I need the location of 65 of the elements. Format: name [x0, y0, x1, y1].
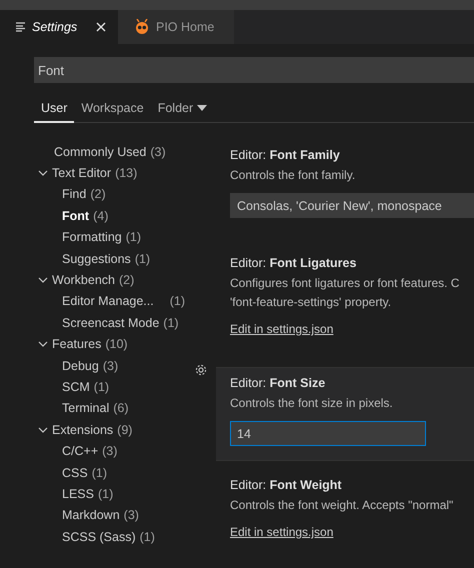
setting-title: Editor: Font Weight: [230, 478, 343, 492]
chevron-down-icon[interactable]: [38, 275, 48, 286]
edit-link[interactable]: Edit in settings.json: [230, 525, 334, 539]
item-count: (1): [94, 380, 110, 394]
tree-item[interactable]: Extensions: [52, 422, 114, 437]
tree-item[interactable]: Editor Manage...: [62, 294, 154, 308]
tree-item[interactable]: Workbench: [52, 273, 115, 288]
tree-item[interactable]: CSS: [62, 466, 88, 480]
tree-item[interactable]: Terminal: [62, 401, 110, 416]
tree-item[interactable]: Find: [62, 187, 86, 202]
tree-item[interactable]: Font: [62, 208, 90, 223]
item-count: (3): [102, 358, 118, 373]
search-field[interactable]: Font: [34, 57, 474, 83]
item-count: (1): [134, 252, 150, 266]
scope-tab[interactable]: User: [34, 95, 74, 123]
tree-item[interactable]: Markdown: [62, 508, 120, 522]
editor-tab[interactable]: Settings: [0, 10, 118, 44]
tree-item[interactable]: Text Editor: [52, 166, 112, 180]
item-count: (3): [102, 444, 118, 458]
setting-title: Editor: Font Family: [230, 148, 341, 162]
item-count: (2): [90, 187, 106, 202]
setting-input[interactable]: Consolas, 'Courier New', monospace: [230, 193, 474, 218]
setting-description: Controls the font weight. Accepts "normal": [230, 497, 454, 514]
caret-icon: [197, 105, 208, 111]
setting-title: Editor: Font Ligatures: [230, 256, 358, 270]
item-count: (13): [115, 166, 138, 180]
setting-description: Controls the font family.: [230, 167, 356, 184]
item-count: (6): [113, 401, 129, 416]
ant-head-icon: [134, 19, 150, 35]
tree-item[interactable]: Features: [52, 337, 102, 352]
chevron-down-icon[interactable]: [38, 168, 48, 178]
item-count: (1): [126, 230, 142, 244]
item-count: (1): [98, 486, 114, 501]
lines-icon: [16, 22, 26, 32]
item-count: (10): [105, 337, 128, 352]
chevron-down-icon[interactable]: [38, 339, 48, 350]
scope-tab[interactable]: Workspace: [74, 95, 151, 123]
tree-item[interactable]: C/C++: [62, 444, 98, 458]
item-count: (2): [119, 273, 134, 288]
item-count: (1): [170, 294, 185, 308]
setting-input[interactable]: 14: [230, 421, 426, 446]
setting-title: Editor: Font Size: [230, 376, 326, 390]
tree-item[interactable]: SCSS (Sass): [62, 530, 136, 544]
close-icon: [96, 22, 106, 32]
chevron-down-icon[interactable]: [38, 424, 48, 435]
tree-item[interactable]: Commonly Used: [54, 144, 146, 159]
item-count: (1): [163, 316, 179, 330]
settings-icon[interactable]: [194, 363, 208, 377]
setting-description: Configures font ligatures or font features. C 'font-feature-settings' property.: [230, 275, 460, 311]
item-count: (1): [140, 530, 155, 544]
edit-link[interactable]: Edit in settings.json: [230, 322, 334, 336]
scope-tab[interactable]: Folder: [150, 95, 214, 123]
item-count: (1): [92, 466, 107, 480]
item-count: (3): [124, 508, 139, 522]
tree-item[interactable]: SCM: [62, 380, 90, 394]
tree-item[interactable]: Debug: [62, 358, 99, 373]
tree-item[interactable]: LESS: [62, 486, 94, 501]
item-count: (4): [93, 208, 108, 223]
tree-item[interactable]: Screencast Mode: [62, 316, 160, 330]
setting-description: Controls the font size in pixels.: [230, 395, 394, 412]
item-count: (9): [117, 422, 132, 437]
item-count: (3): [150, 144, 166, 159]
tree-item[interactable]: Formatting: [62, 230, 122, 244]
editor-tab[interactable]: PIO Home: [118, 10, 234, 44]
tree-item[interactable]: Suggestions: [62, 252, 131, 266]
